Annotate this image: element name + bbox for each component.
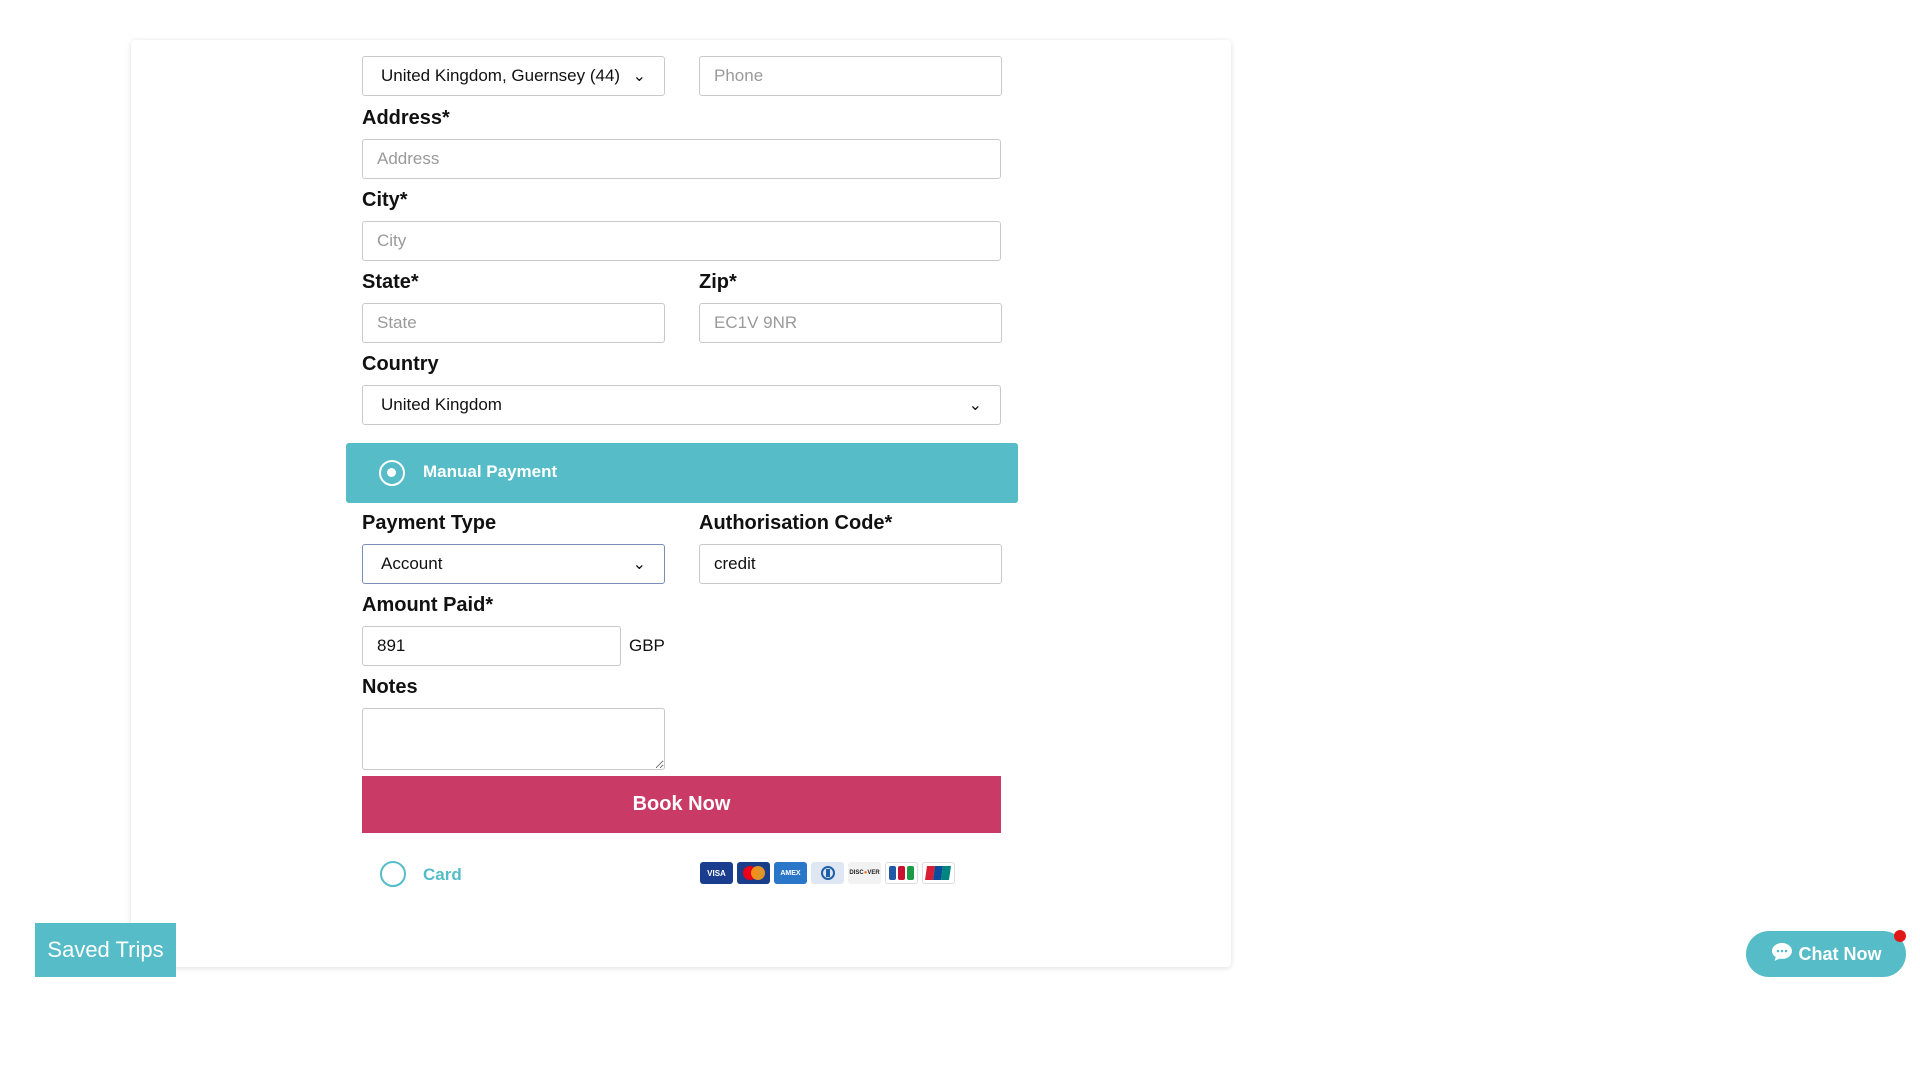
zip-label: Zip* — [699, 271, 737, 293]
zip-input[interactable] — [699, 303, 1002, 343]
phone-country-code-value: United Kingdom, Guernsey (44) — [381, 66, 621, 85]
mastercard-icon — [737, 862, 770, 884]
amount-paid-label: Amount Paid* — [362, 594, 494, 616]
unionpay-icon — [922, 862, 955, 884]
manual-payment-label: Manual Payment — [423, 462, 558, 481]
book-now-button[interactable]: Book Now — [362, 776, 1001, 833]
chevron-down-icon: ⌄ — [968, 397, 982, 414]
notes-textarea[interactable] — [362, 708, 665, 770]
address-input[interactable] — [362, 139, 1001, 179]
city-label: City* — [362, 189, 408, 211]
authorisation-code-label: Authorisation Code* — [699, 512, 893, 534]
payment-type-value: Account — [381, 554, 443, 573]
authorisation-code-input[interactable] — [699, 544, 1002, 584]
saved-trips-button[interactable]: Saved Trips — [35, 923, 176, 977]
chevron-down-icon: ⌄ — [632, 68, 646, 85]
manual-payment-option[interactable]: Manual Payment — [346, 443, 1018, 503]
chat-bubble-icon — [1771, 942, 1793, 967]
phone-country-code-select[interactable]: United Kingdom, Guernsey (44) ⌄ — [362, 56, 665, 96]
country-select-value: United Kingdom — [381, 395, 502, 414]
state-input[interactable] — [362, 303, 665, 343]
chat-now-label: Chat Now — [1798, 943, 1882, 964]
country-select[interactable]: United Kingdom ⌄ — [362, 385, 1001, 425]
notification-dot — [1894, 930, 1906, 942]
city-input[interactable] — [362, 221, 1001, 261]
amount-paid-input[interactable] — [362, 626, 621, 666]
diners-club-icon — [811, 862, 844, 884]
visa-icon: VISA — [700, 862, 733, 884]
card-payment-option[interactable]: Card — [362, 856, 542, 892]
payment-type-label: Payment Type — [362, 512, 497, 534]
card-payment-label: Card — [423, 865, 462, 884]
jcb-icon — [885, 862, 918, 884]
chevron-down-icon: ⌄ — [632, 556, 646, 573]
discover-icon: DISC ● VER — [848, 862, 881, 884]
card-payment-radio[interactable] — [380, 861, 406, 887]
payment-type-select[interactable]: Account ⌄ — [362, 544, 665, 584]
chat-now-button[interactable]: Chat Now — [1746, 931, 1906, 977]
currency-label: GBP — [629, 636, 665, 655]
manual-payment-radio[interactable] — [379, 460, 405, 486]
address-label: Address* — [362, 107, 450, 129]
state-label: State* — [362, 271, 419, 293]
notes-label: Notes — [362, 676, 418, 698]
phone-input[interactable] — [699, 56, 1002, 96]
country-label: Country — [362, 353, 439, 375]
amex-icon: AMEX — [774, 862, 807, 884]
